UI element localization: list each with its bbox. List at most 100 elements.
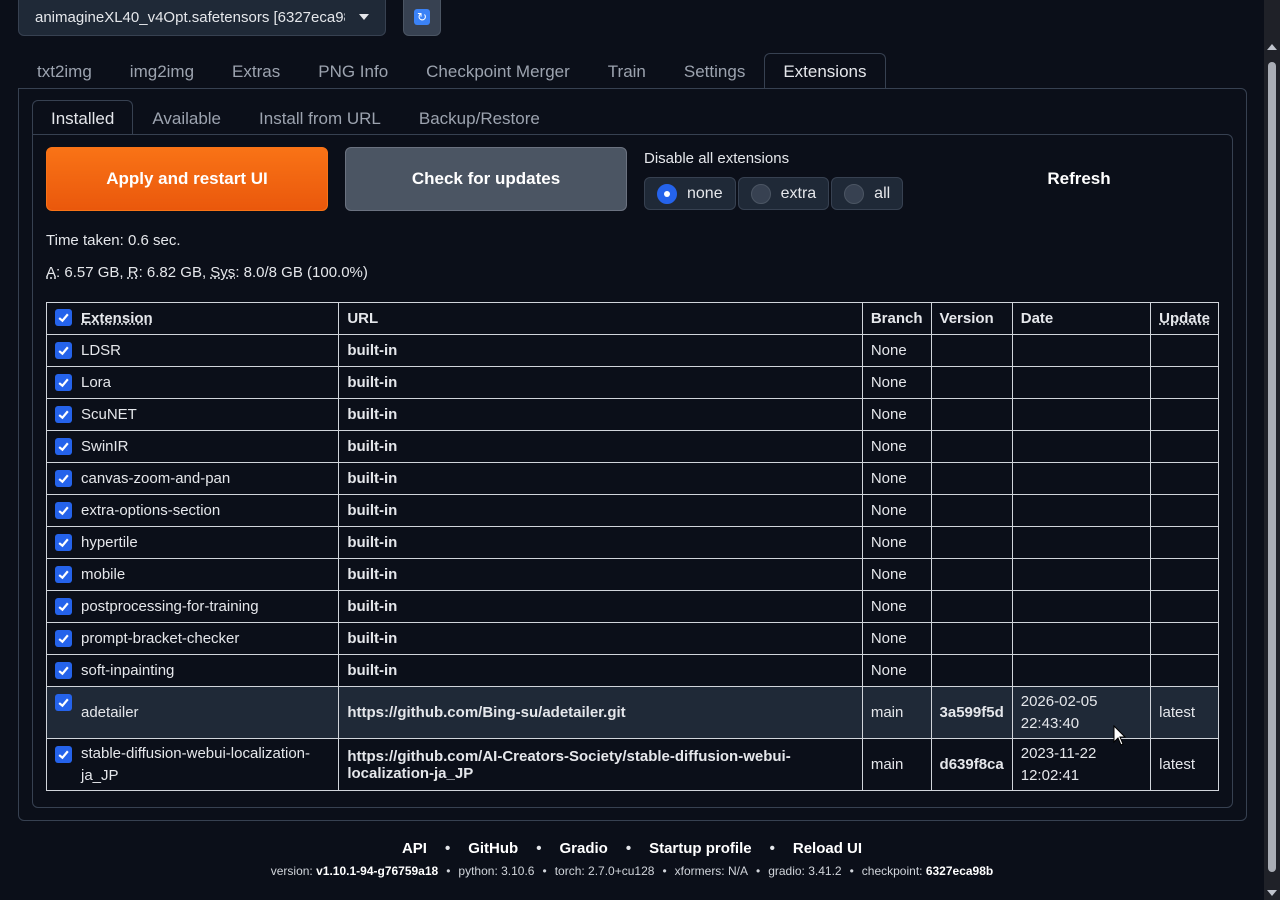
extension-url: built-in (347, 598, 398, 615)
footer-reload-ui-link[interactable]: Reload UI (793, 840, 862, 857)
refresh-checkpoints-button[interactable]: ↻ (403, 0, 441, 36)
tab-installed[interactable]: Installed (32, 100, 134, 135)
extension-name: SwinIR (81, 438, 129, 455)
scroll-up-icon[interactable] (1267, 44, 1277, 50)
extension-enabled-checkbox[interactable] (55, 694, 72, 711)
extension-url: built-in (347, 342, 398, 359)
extension-enabled-checkbox[interactable] (55, 534, 72, 551)
update-cell (1150, 654, 1219, 687)
url-cell: built-in (338, 654, 863, 687)
date-cell (1011, 366, 1152, 399)
tab-img2img[interactable]: img2img (111, 53, 213, 89)
extension-enabled-checkbox[interactable] (55, 662, 72, 679)
radio-none[interactable]: none (644, 177, 736, 210)
apply-restart-button[interactable]: Apply and restart UI (46, 147, 328, 211)
check-updates-button[interactable]: Check for updates (345, 147, 627, 211)
header-url: URL (338, 302, 863, 335)
tab-txt2img[interactable]: txt2img (18, 53, 111, 89)
table-row: postprocessing-for-training built-in None (45, 590, 1219, 623)
tab-install-from-url[interactable]: Install from URL (240, 100, 400, 135)
extension-enabled-checkbox[interactable] (55, 630, 72, 647)
tab-settings[interactable]: Settings (665, 53, 764, 89)
date-cell (1011, 622, 1152, 655)
mem-sys-value: : 8.0/8 GB (100.0%) (235, 264, 368, 281)
branch-cell: None (861, 494, 932, 527)
checkpoint-dropdown[interactable]: animagineXL40_v4Opt.safetensors [6327eca… (18, 0, 386, 36)
mem-r-value: : 6.82 GB, (138, 264, 211, 281)
tab-extras[interactable]: Extras (213, 53, 299, 89)
extension-enabled-checkbox[interactable] (55, 438, 72, 455)
disable-extensions-label: Disable all extensions (644, 150, 790, 167)
extension-enabled-checkbox[interactable] (55, 502, 72, 519)
table-row: hypertile built-in None (45, 526, 1219, 559)
select-all-checkbox[interactable] (55, 309, 72, 326)
tab-extensions[interactable]: Extensions (764, 53, 886, 89)
footer-gradio-link[interactable]: Gradio (559, 840, 607, 857)
table-row: prompt-bracket-checker built-in None (45, 622, 1219, 655)
url-cell: built-in (338, 558, 863, 591)
extension-enabled-checkbox[interactable] (55, 746, 72, 763)
radio-extra-label: extra (780, 184, 817, 202)
update-cell (1150, 366, 1219, 399)
branch-cell: main (861, 738, 932, 791)
radio-extra[interactable]: extra (737, 177, 830, 210)
update-cell (1150, 590, 1219, 623)
scroll-down-icon[interactable] (1267, 890, 1277, 896)
scroll-thumb[interactable] (1268, 62, 1276, 872)
extension-url: https://github.com/Bing-su/adetailer.git (347, 704, 626, 721)
extension-enabled-checkbox[interactable] (55, 406, 72, 423)
date-cell (1011, 654, 1152, 687)
extension-url: built-in (347, 406, 398, 423)
mem-sys-label: Sys (210, 264, 236, 281)
tab-backup-restore[interactable]: Backup/Restore (400, 100, 559, 135)
branch-cell: None (861, 654, 932, 687)
tab-available[interactable]: Available (133, 100, 240, 135)
extension-cell: mobile (45, 558, 340, 591)
extension-url: built-in (347, 662, 398, 679)
date-cell (1011, 558, 1152, 591)
url-cell[interactable]: https://github.com/AI-Creators-Society/s… (338, 738, 863, 791)
mem-r-label: R (127, 264, 139, 281)
version-cell: 3a599f5d (930, 686, 1013, 739)
table-row: stable-diffusion-webui-localization-ja_J… (45, 738, 1219, 791)
extension-enabled-checkbox[interactable] (55, 374, 72, 391)
url-cell: built-in (338, 590, 863, 623)
tab-train[interactable]: Train (589, 53, 665, 89)
extension-cell: stable-diffusion-webui-localization-ja_J… (45, 738, 340, 791)
version-cell (930, 654, 1013, 687)
extension-enabled-checkbox[interactable] (55, 566, 72, 583)
extension-enabled-checkbox[interactable] (55, 342, 72, 359)
tab-png-info[interactable]: PNG Info (299, 53, 407, 89)
footer-startup-profile-link[interactable]: Startup profile (649, 840, 752, 857)
extension-cell: extra-options-section (45, 494, 340, 527)
refresh-button[interactable]: Refresh (940, 147, 1218, 211)
url-cell[interactable]: https://github.com/Bing-su/adetailer.git (338, 686, 863, 739)
extension-name: LDSR (81, 342, 122, 359)
header-extension[interactable]: Extension (45, 302, 340, 335)
extension-name: soft-inpainting (81, 662, 175, 679)
version-cell (930, 558, 1013, 591)
radio-all-label: all (874, 184, 891, 202)
footer-api-link[interactable]: API (402, 840, 427, 857)
branch-cell: None (861, 334, 932, 367)
page-scrollbar[interactable] (1264, 0, 1280, 900)
date-line: 2026-02-05 (1020, 692, 1098, 710)
checkpoint-hash: 6327eca98b (925, 864, 994, 878)
tab-checkpoint-merger[interactable]: Checkpoint Merger (407, 53, 589, 89)
url-cell: built-in (338, 622, 863, 655)
update-cell (1150, 494, 1219, 527)
extension-enabled-checkbox[interactable] (55, 598, 72, 615)
radio-all[interactable]: all (831, 177, 904, 210)
table-row: Lora built-in None (45, 366, 1219, 399)
checkpoint-label: checkpoint: (861, 864, 926, 878)
date-cell (1011, 526, 1152, 559)
url-cell: built-in (338, 430, 863, 463)
update-cell (1150, 526, 1219, 559)
branch-cell: None (861, 590, 932, 623)
extension-cell: adetailer (45, 686, 340, 739)
footer-separator: • (446, 864, 451, 878)
footer-github-link[interactable]: GitHub (468, 840, 518, 857)
date-line: 2023-11-22 (1020, 744, 1097, 762)
extension-cell: SwinIR (45, 430, 340, 463)
extension-enabled-checkbox[interactable] (55, 470, 72, 487)
